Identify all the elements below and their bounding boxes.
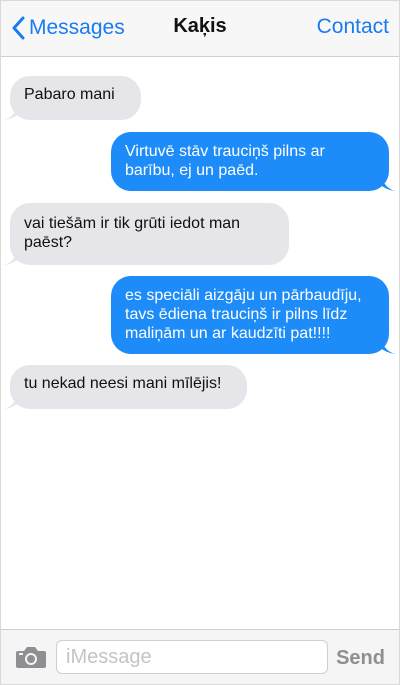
message-bubble-incoming: vai tiešām ir tik grūti iedot man paēst? <box>4 203 289 265</box>
nav-bar: Messages Kaķis Contact <box>1 1 399 57</box>
message-text: tu nekad neesi mani mīlējis! <box>24 375 222 392</box>
message-bubble-outgoing: es speciāli aizgāju un pārbaudīju, tavs … <box>111 276 395 354</box>
messages-screen: Messages Kaķis Contact Pabaro mani Virtu… <box>0 0 400 685</box>
message-text: Pabaro mani <box>24 86 115 103</box>
message-input[interactable] <box>56 640 328 674</box>
camera-icon[interactable] <box>15 645 47 674</box>
message-bubble-outgoing: Virtuvē stāv trauciņš pilns ar barību, e… <box>111 132 395 191</box>
message-bubble-incoming: Pabaro mani <box>4 76 141 120</box>
message-text: Virtuvē stāv trauciņš pilns ar barību, e… <box>125 143 325 179</box>
message-text: vai tiešām ir tik grūti iedot man paēst? <box>24 215 241 251</box>
composer-bar: Send <box>1 629 399 684</box>
send-button[interactable]: Send <box>336 647 385 670</box>
message-text: es speciāli aizgāju un pārbaudīju, tavs … <box>125 287 362 342</box>
message-bubble-incoming: tu nekad neesi mani mīlējis! <box>4 365 247 409</box>
contact-button[interactable]: Contact <box>317 15 389 39</box>
